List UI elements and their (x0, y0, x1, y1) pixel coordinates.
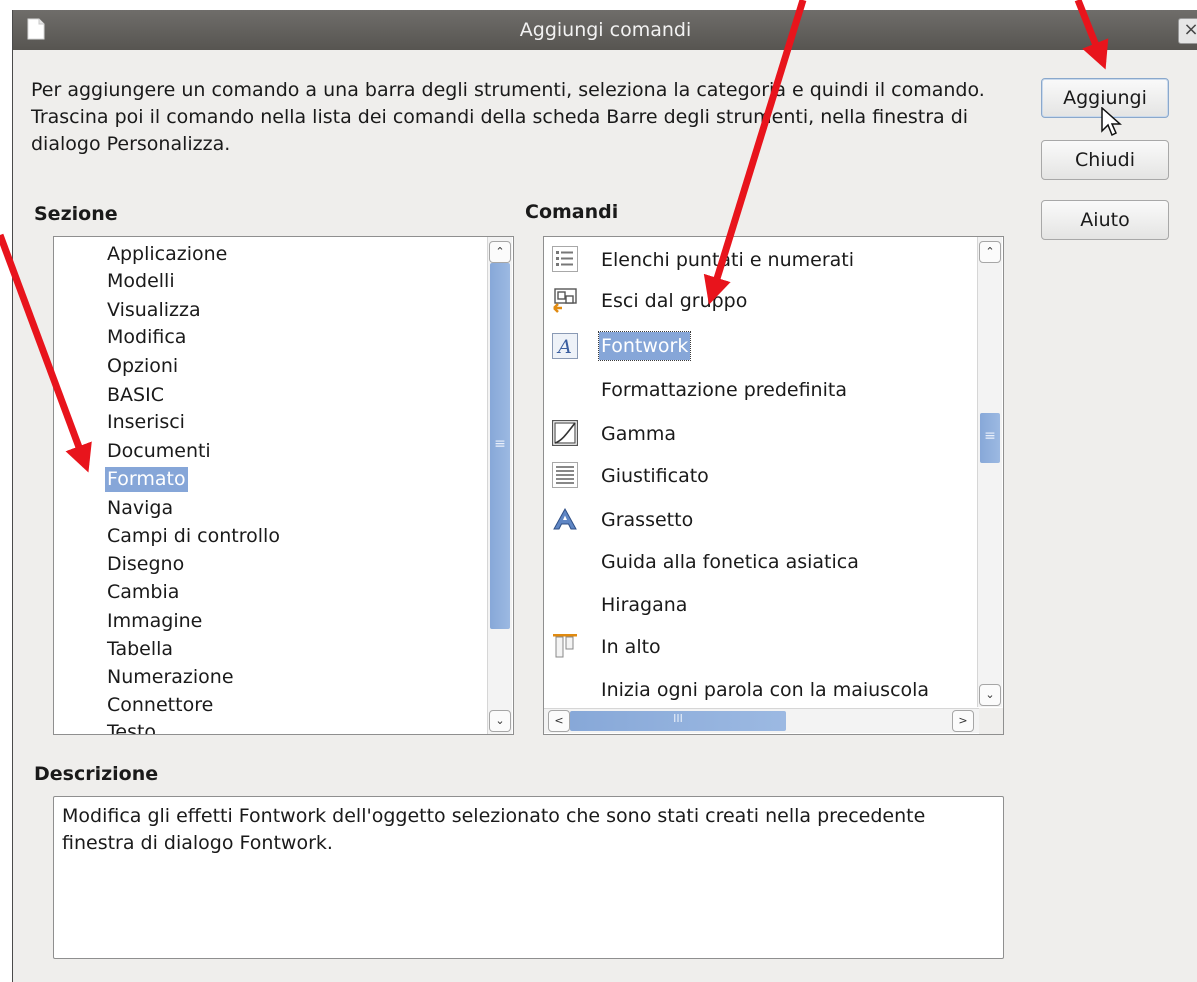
mouse-cursor-icon (1101, 107, 1122, 137)
arrow-to-fontwork (703, 0, 807, 305)
annotation-arrows (0, 0, 1109, 473)
arrow-to-add-button (1074, 0, 1109, 70)
arrow-to-formato (0, 233, 92, 473)
